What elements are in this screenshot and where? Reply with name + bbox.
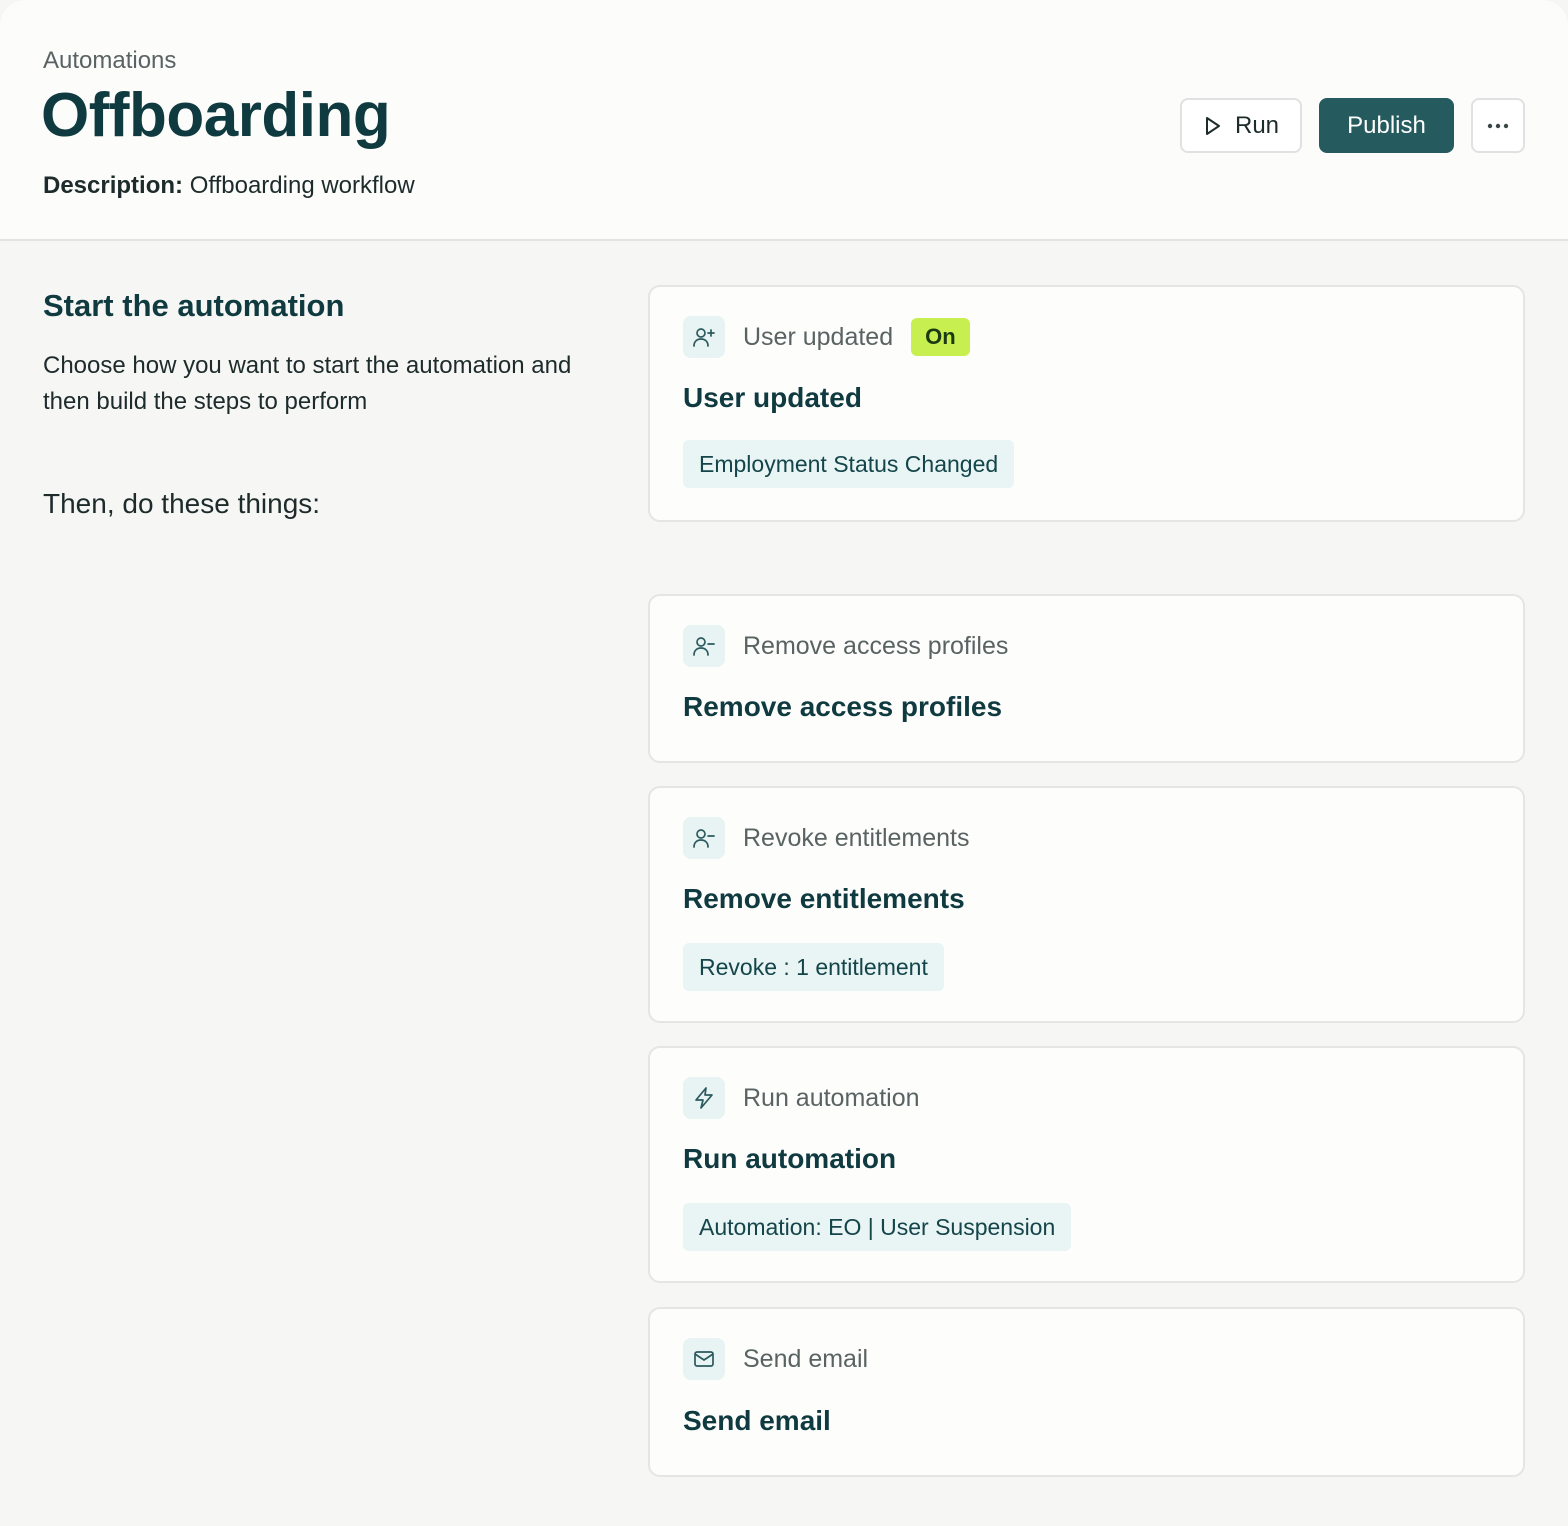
mail-icon [683,1338,725,1380]
user-minus-icon [683,817,725,859]
step-detail-chip: Revoke : 1 entitlement [683,943,944,991]
description-label: Description: [43,172,184,199]
publish-button[interactable]: Publish [1319,98,1454,153]
step-type-label: Send email [743,1344,869,1373]
step-title: Run automation [683,1143,897,1174]
lightning-icon [683,1077,725,1119]
trigger-condition-chip: Employment Status Changed [683,440,1015,488]
step-card-header: Remove access profiles [683,625,1008,667]
ellipsis-icon [1486,123,1510,129]
step-type-label: Revoke entitlements [743,823,970,852]
description-value: Offboarding workflow [189,172,415,199]
automation-editor: Automations Offboarding Description: Off… [0,0,1568,1526]
page-title: Offboarding [41,81,391,150]
step-card-run-automation[interactable]: Run automation Run automation Automation… [648,1046,1525,1283]
step-title: Remove entitlements [683,883,965,914]
start-section-description: Choose how you want to start the automat… [43,352,572,415]
status-badge: On [911,318,970,356]
step-title: Remove access profiles [683,691,1003,722]
trigger-card[interactable]: User updated On User updated Employment … [648,285,1525,522]
trigger-title: User updated [683,382,862,413]
user-minus-icon [683,625,725,667]
play-icon [1203,115,1223,137]
more-options-button[interactable] [1471,98,1525,153]
steps-section-label: Then, do these things: [43,488,321,519]
step-card-remove-access-profiles[interactable]: Remove access profiles Remove access pro… [648,594,1525,763]
page-description: Description: Offboarding workflow [43,172,415,200]
step-card-header: Send email [683,1338,868,1380]
step-card-header: Run automation [683,1077,920,1119]
step-detail-chip: Automation: EO | User Suspension [683,1203,1072,1251]
step-card-header: Revoke entitlements [683,817,970,859]
step-card-revoke-entitlements[interactable]: Revoke entitlements Remove entitlements … [648,786,1525,1023]
breadcrumb[interactable]: Automations [43,47,176,75]
start-section-title: Start the automation [43,288,345,323]
page-header: Automations Offboarding Description: Off… [0,0,1568,241]
step-title: Send email [683,1405,831,1436]
run-button-label: Run [1234,111,1280,139]
step-type-label: Remove access profiles [743,631,1009,660]
run-button[interactable]: Run [1180,98,1302,153]
trigger-card-header: User updated On [683,316,970,358]
user-plus-icon [683,316,725,358]
step-card-send-email[interactable]: Send email Send email [648,1307,1525,1477]
step-type-label: Run automation [743,1083,920,1112]
trigger-type-label: User updated [743,322,894,351]
